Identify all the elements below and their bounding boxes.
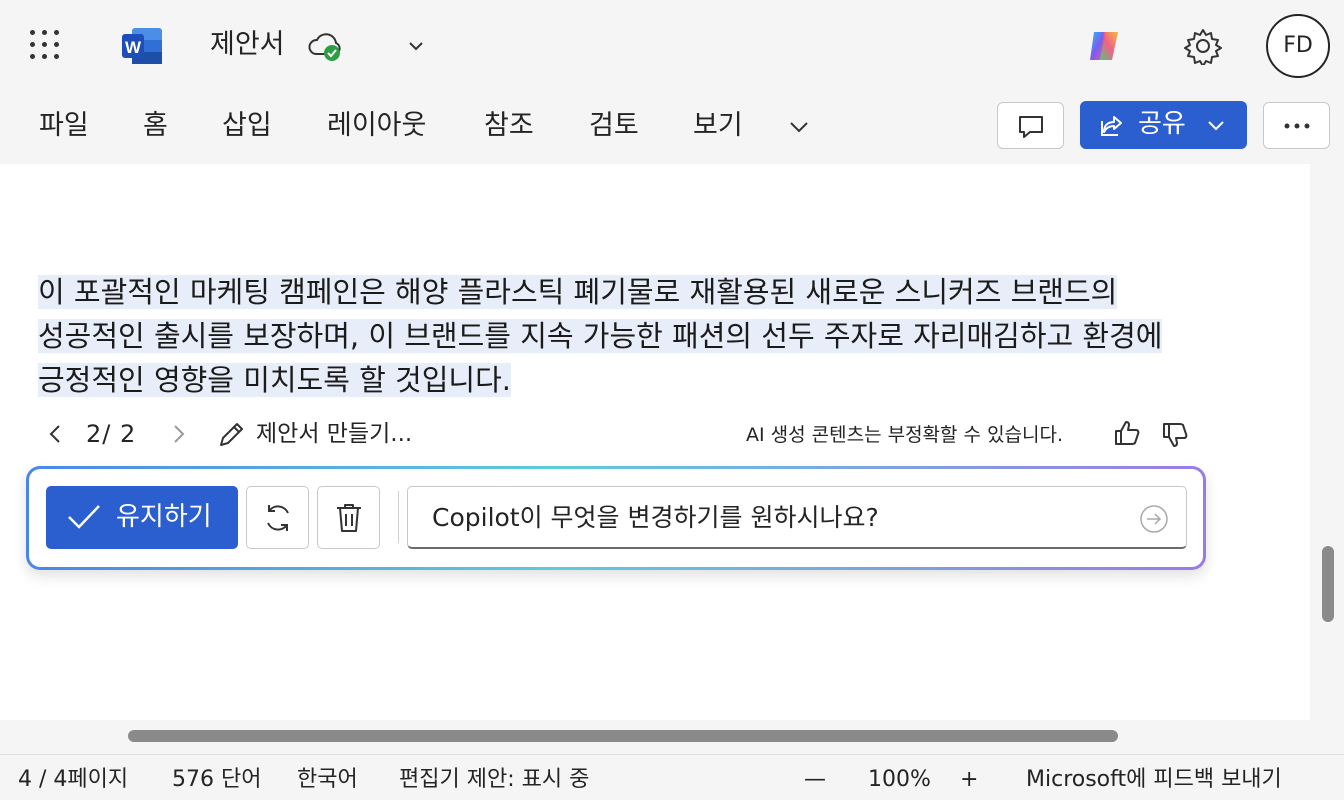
share-label: 공유 bbox=[1138, 109, 1186, 139]
chevron-right-icon[interactable] bbox=[166, 422, 190, 446]
word-count[interactable]: 576 단어 bbox=[172, 765, 261, 795]
horizontal-scrollbar[interactable] bbox=[128, 730, 1118, 742]
share-button[interactable]: 공유 bbox=[1080, 101, 1247, 149]
gear-icon[interactable] bbox=[1184, 27, 1222, 65]
tab-view[interactable]: 보기 bbox=[693, 108, 743, 144]
keep-label: 유지하기 bbox=[116, 502, 212, 532]
document-title[interactable]: 제안서 bbox=[210, 28, 285, 62]
page-count: 4 / 4페이지 bbox=[18, 767, 129, 792]
copilot-action-panel: 유지하기 bbox=[26, 466, 1206, 570]
editor-suggestions-status[interactable]: 편집기 제안: 표시 중 bbox=[399, 765, 589, 795]
zoom-out-button[interactable]: — bbox=[804, 765, 826, 795]
zoom-in-button[interactable]: + bbox=[960, 765, 978, 795]
chevron-down-icon bbox=[1208, 121, 1224, 131]
comments-button[interactable] bbox=[997, 102, 1064, 149]
cloud-saved-icon[interactable] bbox=[306, 28, 346, 64]
suggestion-counter: 2/ 2 bbox=[86, 420, 137, 448]
regenerate-button[interactable] bbox=[246, 486, 309, 549]
copilot-icon[interactable] bbox=[1086, 28, 1124, 64]
app-launcher-icon[interactable] bbox=[30, 30, 62, 62]
chevron-left-icon[interactable] bbox=[44, 422, 68, 446]
avatar[interactable]: FD bbox=[1266, 14, 1330, 78]
status-bar: 4 / 4페이지 576 단어 한국어 편집기 제안: 표시 중 — 100% … bbox=[0, 754, 1344, 800]
language-indicator[interactable]: 한국어 bbox=[297, 765, 358, 795]
paragraph-line: 이 포괄적인 마케팅 캠페인은 해양 플라스틱 폐기물로 재활용된 새로운 스니… bbox=[38, 275, 1118, 309]
tab-layout[interactable]: 레이아웃 bbox=[327, 108, 426, 144]
more-options-button[interactable] bbox=[1263, 102, 1330, 149]
thumbs-down-icon[interactable] bbox=[1160, 420, 1190, 450]
comment-icon bbox=[1019, 116, 1043, 138]
zoom-level[interactable]: 100% bbox=[868, 765, 931, 795]
generated-paragraph[interactable]: 이 포괄적인 마케팅 캠페인은 해양 플라스틱 폐기물로 재활용된 새로운 스니… bbox=[38, 270, 1268, 402]
send-arrow-icon[interactable] bbox=[1139, 504, 1169, 534]
title-bar: W 제안서 FD bbox=[0, 0, 1344, 92]
chevron-down-icon[interactable] bbox=[786, 114, 812, 140]
ai-disclaimer: AI 생성 콘텐츠는 부정확할 수 있습니다. bbox=[746, 424, 1064, 446]
discard-button[interactable] bbox=[317, 486, 380, 549]
tab-home[interactable]: 홈 bbox=[143, 108, 168, 144]
tab-references[interactable]: 참조 bbox=[484, 108, 534, 144]
divider bbox=[398, 491, 399, 543]
keep-button[interactable]: 유지하기 bbox=[46, 486, 238, 549]
copilot-prompt-input[interactable] bbox=[407, 486, 1187, 549]
ellipsis-icon bbox=[1284, 123, 1310, 129]
share-icon bbox=[1101, 116, 1122, 136]
pencil-icon bbox=[220, 423, 243, 446]
word-logo-icon[interactable]: W bbox=[120, 26, 164, 66]
thumbs-up-icon[interactable] bbox=[1112, 418, 1142, 448]
svg-text:W: W bbox=[125, 38, 142, 57]
paragraph-line: 성공적인 출시를 보장하며, 이 브랜드를 지속 가능한 패션의 선두 주자로 … bbox=[38, 319, 1163, 353]
chevron-down-icon[interactable] bbox=[404, 34, 428, 58]
suggestion-nav: 2/ 2 제안서 만들기... AI 생성 콘텐츠는 부정확할 수 있습니다. bbox=[0, 412, 1310, 458]
tab-insert[interactable]: 삽입 bbox=[222, 108, 272, 144]
trash-icon bbox=[337, 504, 361, 532]
tab-file[interactable]: 파일 bbox=[39, 108, 89, 144]
checkmark-icon bbox=[68, 505, 100, 529]
draft-label: 제안서 만들기... bbox=[256, 421, 413, 447]
refresh-icon bbox=[267, 505, 289, 531]
feedback-link[interactable]: Microsoft에 피드백 보내기 bbox=[1026, 765, 1282, 795]
ribbon-tabs: 파일 홈 삽입 레이아웃 참조 검토 보기 공유 bbox=[0, 92, 1344, 164]
tab-review[interactable]: 검토 bbox=[589, 108, 639, 144]
paragraph-line: 긍정적인 영향을 미치도록 할 것입니다. bbox=[38, 363, 511, 397]
vertical-scrollbar[interactable] bbox=[1322, 546, 1334, 622]
